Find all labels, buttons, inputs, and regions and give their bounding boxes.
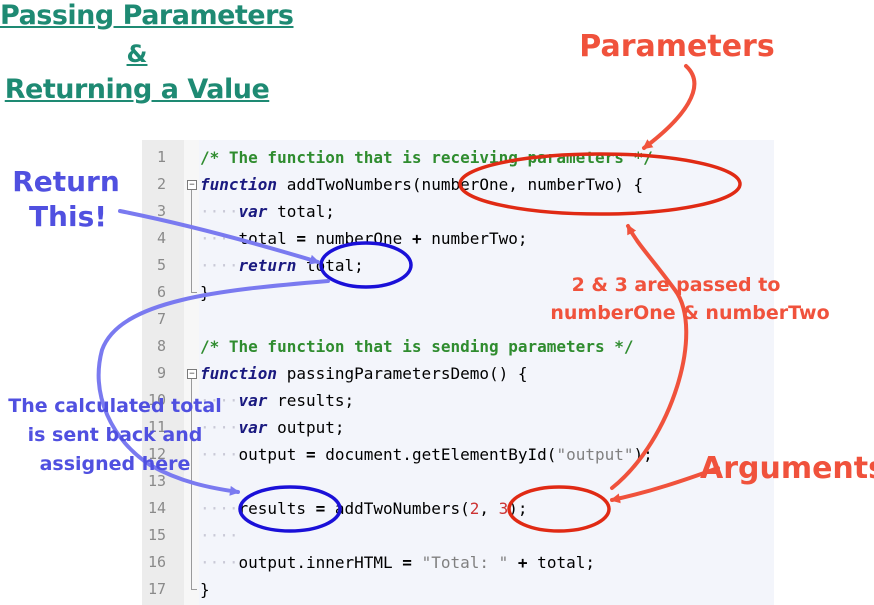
parameters-ellipse xyxy=(458,152,742,216)
arguments-ellipse xyxy=(507,485,611,533)
parameters-label: Parameters xyxy=(579,29,774,64)
parameters-arrow xyxy=(642,64,697,150)
return-label-line-1: Return xyxy=(12,165,120,198)
results-ellipse xyxy=(238,485,342,533)
sent-back-label-line-2: is sent back and xyxy=(28,424,203,446)
sent-back-label-line-3: assigned here xyxy=(40,453,191,475)
passed-arrow xyxy=(610,224,689,490)
return-label-line-2: This! xyxy=(29,200,107,233)
return-arrow xyxy=(118,209,320,265)
arguments-label: Arguments xyxy=(700,451,874,486)
annotation-overlay: Parameters Arguments 2 & 3 are passed to… xyxy=(8,29,874,533)
sent-back-label-line-1: The calculated total xyxy=(8,395,221,417)
return-ellipse xyxy=(319,241,413,289)
passed-label-line-1: 2 & 3 are passed to xyxy=(572,274,781,296)
passed-label-line-2: numberOne & numberTwo xyxy=(550,302,829,324)
